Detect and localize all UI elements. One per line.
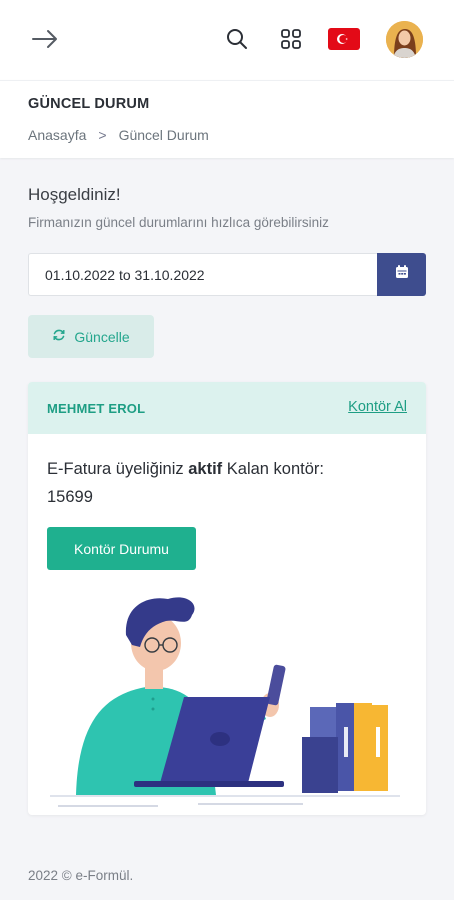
account-card: MEHMET EROL Kontör Al E-Fatura üyeliğini… <box>28 382 426 815</box>
arrow-right-icon[interactable] <box>28 24 62 54</box>
remaining-credit: 15699 <box>47 488 93 506</box>
breadcrumb-current: Güncel Durum <box>118 127 209 143</box>
date-range-picker: 01.10.2022 to 31.10.2022 <box>28 253 426 296</box>
search-icon[interactable] <box>224 26 250 52</box>
breadcrumb-home-link[interactable]: Anasayfa <box>28 127 86 143</box>
refresh-icon <box>52 328 66 345</box>
breadcrumb: Anasayfa > Güncel Durum <box>28 127 209 143</box>
page-header: GÜNCEL DURUM Anasayfa > Güncel Durum <box>0 80 454 158</box>
refresh-label: Güncelle <box>74 328 130 345</box>
credit-status-button[interactable]: Kontör Durumu <box>47 527 196 570</box>
membership-status: E-Fatura üyeliğiniz aktif Kalan kontör: … <box>47 455 407 511</box>
calendar-icon <box>395 265 409 284</box>
refresh-button[interactable]: Güncelle <box>28 315 154 358</box>
date-range-input[interactable]: 01.10.2022 to 31.10.2022 <box>28 253 377 296</box>
status-suffix: Kalan kontör: <box>226 460 324 478</box>
breadcrumb-separator: > <box>98 127 107 143</box>
topbar <box>0 0 454 80</box>
buy-credit-link[interactable]: Kontör Al <box>348 399 407 415</box>
status-value: aktif <box>188 460 223 478</box>
welcome-title: Hoşgeldiniz! <box>28 185 121 204</box>
account-name: MEHMET EROL <box>47 401 146 416</box>
footer-copyright: 2022 © e-Formül. <box>28 868 134 883</box>
avatar[interactable] <box>386 21 423 58</box>
turkey-flag-icon[interactable] <box>328 28 360 50</box>
page-title: GÜNCEL DURUM <box>28 96 150 112</box>
calendar-button[interactable] <box>377 253 426 296</box>
person-with-laptop-illustration <box>48 587 408 812</box>
grid-icon[interactable] <box>278 26 304 52</box>
card-header: MEHMET EROL Kontör Al <box>28 382 426 434</box>
welcome-subtitle: Firmanızın güncel durumlarını hızlıca gö… <box>28 215 329 230</box>
status-prefix: E-Fatura üyeliğiniz <box>47 460 184 478</box>
